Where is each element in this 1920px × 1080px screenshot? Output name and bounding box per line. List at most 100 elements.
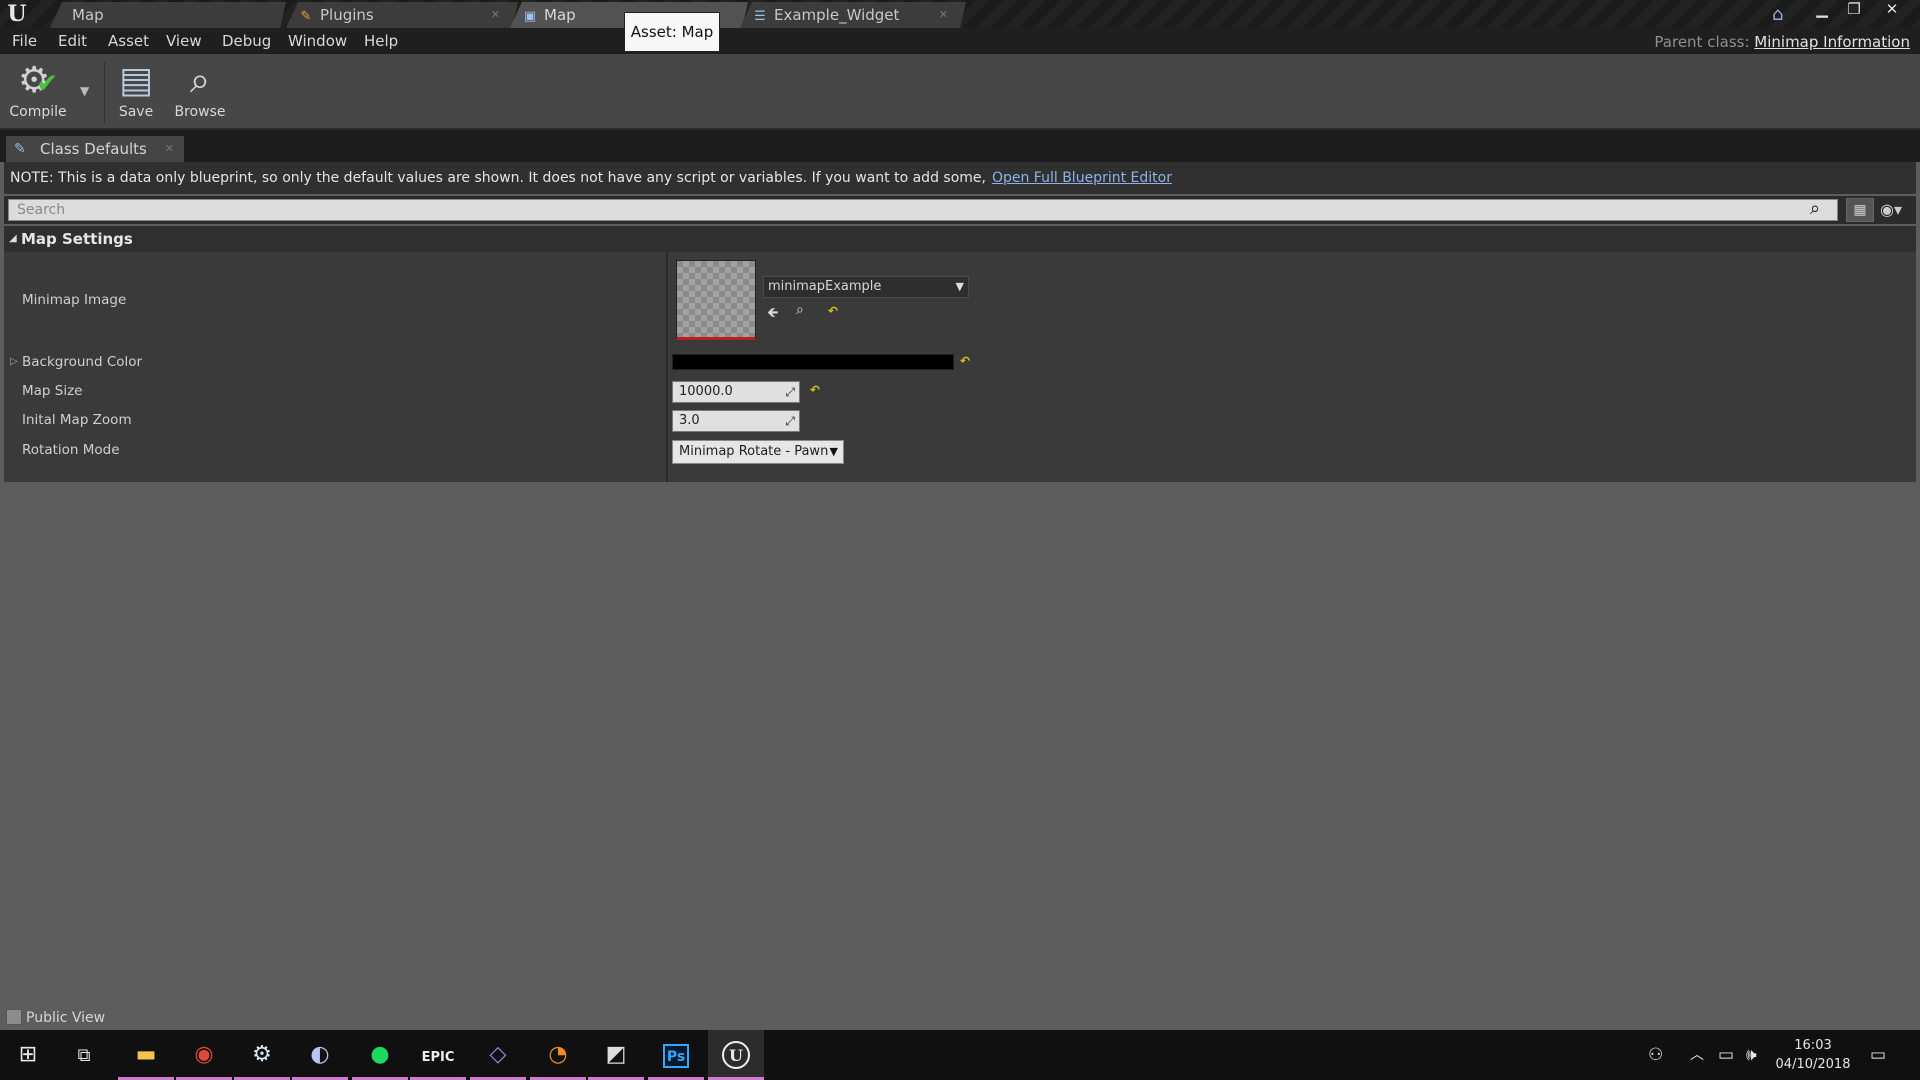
tab-tooltip: Asset: Map <box>624 12 720 52</box>
public-view-toggle[interactable]: Public View <box>6 1008 105 1028</box>
visual-studio-icon[interactable]: ◇ <box>470 1030 526 1080</box>
tab-map-level[interactable]: Map <box>50 2 286 28</box>
chevron-down-icon: ▼ <box>955 280 964 293</box>
close-icon[interactable]: ✕ <box>491 2 500 28</box>
system-clock[interactable]: 16:03 04/10/2018 <box>1758 1036 1868 1074</box>
compile-button[interactable]: ⚙✔ Compile <box>4 58 72 128</box>
restore-button[interactable]: ❐ <box>1840 0 1868 18</box>
minimap-image-thumbnail[interactable] <box>676 260 756 340</box>
start-button[interactable]: ⊞ <box>0 1030 56 1080</box>
initial-map-zoom-label: Inital Map Zoom <box>22 412 132 428</box>
minimize-button[interactable]: ▁ <box>1808 0 1836 18</box>
browse-magnifier-icon: ⌕ <box>189 60 211 101</box>
unity-icon[interactable]: ◩ <box>588 1030 644 1080</box>
steam-icon[interactable]: ⚙ <box>234 1030 290 1080</box>
drag-spin-icon[interactable]: ⤢ <box>785 411 795 431</box>
ps-label: Ps <box>663 1044 689 1068</box>
menu-debug[interactable]: Debug <box>222 28 271 54</box>
browse-asset-search-icon[interactable]: ⌕ <box>796 302 804 318</box>
eye-icon[interactable]: ◉▾ <box>1880 198 1902 222</box>
menu-help[interactable]: Help <box>364 28 398 54</box>
save-label: Save <box>118 104 154 120</box>
people-icon[interactable]: ⚇ <box>1648 1030 1663 1080</box>
graduation-cap-icon[interactable]: ⌂ <box>1772 4 1783 25</box>
background-color-label: Background Color <box>22 354 143 370</box>
tab-label: Plugins <box>320 6 374 24</box>
tab-label: Map <box>544 6 576 24</box>
search-input[interactable] <box>8 199 1838 221</box>
reset-to-default-icon[interactable]: ↶ <box>810 383 820 397</box>
action-center-icon[interactable]: ▭ <box>1870 1030 1886 1080</box>
asset-name: minimapExample <box>768 279 882 294</box>
menu-edit[interactable]: Edit <box>58 28 87 54</box>
save-icon: ▤ <box>118 60 153 101</box>
unreal-logo-icon[interactable]: U <box>4 1 30 27</box>
minimap-image-asset-picker[interactable]: minimapExample ▼ <box>763 276 969 298</box>
browse-label: Browse <box>174 104 226 120</box>
toolbar-separator <box>104 62 105 124</box>
compile-label: Compile <box>9 104 67 120</box>
rotation-mode-label: Rotation Mode <box>22 442 120 458</box>
reset-to-default-icon[interactable]: ↶ <box>828 304 838 318</box>
clock-date: 04/10/2018 <box>1775 1057 1851 1072</box>
tab-label: Map <box>72 6 104 24</box>
menu-asset[interactable]: Asset <box>108 28 149 54</box>
menu-bar: File Edit Asset View Debug Window Help P… <box>0 28 1920 54</box>
use-selected-arrow-icon[interactable]: 🡸 <box>767 302 778 326</box>
windows-logo-icon: ⊞ <box>18 1042 38 1067</box>
expand-arrow-icon[interactable]: ▷ <box>10 356 18 367</box>
task-view-button[interactable]: ⧉ <box>56 1030 112 1080</box>
public-view-label: Public View <box>26 1010 106 1026</box>
grid-icon: ▦ <box>1853 202 1867 218</box>
rotation-mode-value: Minimap Rotate - Pawn <box>679 444 829 459</box>
menu-file[interactable]: File <box>12 28 37 54</box>
note-text: NOTE: This is a data only blueprint, so … <box>10 162 1172 194</box>
drag-spin-icon[interactable]: ⤢ <box>785 382 795 402</box>
menu-view[interactable]: View <box>166 28 202 54</box>
close-icon[interactable]: ✕ <box>165 136 174 162</box>
property-matrix-button[interactable]: ▦ <box>1846 198 1874 222</box>
public-view-checkbox[interactable] <box>6 1009 22 1025</box>
initial-map-zoom-field[interactable]: 3.0 ⤢ <box>672 410 800 432</box>
show-hidden-icons-icon[interactable]: ︿ <box>1690 1030 1704 1080</box>
compile-options-dropdown[interactable]: ▼ <box>80 84 89 98</box>
unreal-engine-icon[interactable]: U <box>708 1030 764 1080</box>
tab-class-defaults[interactable]: ✎ Class Defaults ✕ <box>6 136 184 162</box>
parent-class-link[interactable]: Minimap Information <box>1754 33 1910 51</box>
tab-example-widget[interactable]: ☰ Example_Widget ✕ <box>740 2 966 28</box>
column-divider[interactable] <box>666 252 668 482</box>
close-window-button[interactable]: ✕ <box>1878 0 1906 18</box>
map-size-value: 10000.0 <box>679 384 733 399</box>
photoshop-icon[interactable]: Ps <box>648 1030 704 1080</box>
map-size-field[interactable]: 10000.0 ⤢ <box>672 381 800 403</box>
discord-icon[interactable]: ◐ <box>292 1030 348 1080</box>
rotation-mode-dropdown[interactable]: Minimap Rotate - Pawn ▼ <box>672 440 844 464</box>
epic-label: EPIC <box>421 1050 455 1065</box>
details-panel: ◢ Map Settings Minimap Image minimapExam… <box>4 226 1916 482</box>
background-color-swatch[interactable] <box>672 354 954 370</box>
network-icon[interactable]: ▭ <box>1718 1030 1734 1080</box>
initial-map-zoom-value: 3.0 <box>679 413 700 428</box>
reset-to-default-icon[interactable]: ↶ <box>960 354 970 368</box>
spotify-icon[interactable]: ● <box>352 1030 408 1080</box>
browse-button[interactable]: ⌕ Browse <box>168 58 232 128</box>
tab-label: Example_Widget <box>774 6 900 24</box>
category-header[interactable]: ◢ Map Settings <box>4 226 1916 252</box>
blender-icon[interactable]: ◔ <box>530 1030 586 1080</box>
epic-games-icon[interactable]: EPIC <box>410 1030 466 1080</box>
save-button[interactable]: ▤ Save <box>110 58 162 128</box>
plug-icon: ✎ <box>300 9 312 24</box>
file-explorer-icon[interactable]: ▬ <box>118 1030 174 1080</box>
panel-tab-strip: ✎ Class Defaults ✕ <box>0 130 1920 162</box>
chrome-icon[interactable]: ◉ <box>176 1030 232 1080</box>
tab-plugins[interactable]: ✎ Plugins ✕ <box>286 2 518 28</box>
volume-icon[interactable]: 🕪 <box>1746 1030 1757 1080</box>
minimap-image-label: Minimap Image <box>22 292 127 308</box>
close-icon[interactable]: ✕ <box>939 2 948 28</box>
map-size-label: Map Size <box>22 383 83 399</box>
widget-icon: ☰ <box>754 9 766 24</box>
open-full-blueprint-editor-link[interactable]: Open Full Blueprint Editor <box>992 170 1172 186</box>
title-bar: U Map ✎ Plugins ✕ ▣ Map ☰ Example_Widget ✕ … <box>0 0 1920 28</box>
menu-window[interactable]: Window <box>288 28 347 54</box>
collapse-arrow-icon[interactable]: ◢ <box>9 226 17 252</box>
